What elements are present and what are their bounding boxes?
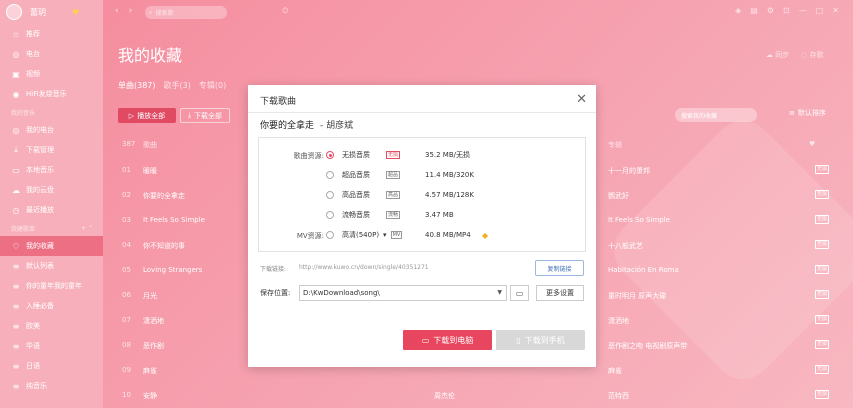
quality-size: 4.57 MB/128K: [425, 191, 474, 199]
monitor-icon: ▭: [421, 335, 430, 345]
mv-label: MV资源:: [296, 232, 324, 240]
chevron-down-icon: ▾: [383, 231, 387, 239]
quality-radio[interactable]: [326, 151, 334, 159]
mv-resolution-select[interactable]: 高清(540P) ▾ MV: [342, 230, 406, 240]
download-to-pc-button[interactable]: ▭ 下载到电脑: [403, 330, 492, 350]
dialog-title: 下载歌曲: [260, 97, 297, 107]
link-value: http://www.kuwo.cn/down/single/40351271: [299, 264, 429, 271]
quality-option[interactable]: 高品音质 高品 4.57 MB/128K: [326, 189, 581, 201]
quality-name: 无损音质: [342, 151, 370, 159]
folder-icon[interactable]: ▭: [510, 285, 529, 301]
quality-tag: 高品: [386, 191, 401, 199]
song-artist: - 胡彦斌: [320, 121, 354, 131]
quality-label: 歌曲资源:: [293, 152, 324, 160]
quality-tag: 无损: [386, 151, 401, 159]
quality-tag: 流畅: [386, 211, 401, 219]
quality-radio[interactable]: [326, 211, 334, 219]
song-title: 你要的全拿走: [260, 121, 315, 131]
save-path-select[interactable]: D:\KwDownload\song\ ▼: [299, 285, 507, 301]
dialog-overlay: 下载歌曲 ✕ 你要的全拿走 - 胡彦斌 歌曲资源: 无损音质 无损 35.2 MB/无…: [0, 0, 853, 408]
mv-radio[interactable]: [326, 231, 334, 239]
mv-size: 40.8 MB/MP4: [425, 231, 471, 239]
quality-size: 35.2 MB/无损: [425, 151, 471, 159]
phone-icon: ▯: [516, 335, 521, 345]
quality-size: 3.47 MB: [425, 211, 454, 219]
link-label: 下载链接:: [260, 266, 287, 273]
quality-option[interactable]: 无损音质 无损 35.2 MB/无损: [326, 149, 581, 161]
copy-link-button[interactable]: 复制链接: [535, 260, 584, 276]
quality-radio[interactable]: [326, 191, 334, 199]
close-icon[interactable]: ✕: [576, 92, 587, 107]
quality-name: 超品音质: [342, 171, 370, 179]
download-to-phone-button[interactable]: ▯ 下载到手机: [496, 330, 585, 350]
chevron-down-icon[interactable]: ▼: [497, 289, 502, 296]
quality-tag: 超品: [386, 171, 401, 179]
quality-name: 高品音质: [342, 191, 370, 199]
divider: [248, 112, 596, 113]
download-dialog: 下载歌曲 ✕ 你要的全拿走 - 胡彦斌 歌曲资源: 无损音质 无损 35.2 MB/无…: [248, 85, 596, 367]
more-settings-button[interactable]: 更多设置: [536, 285, 584, 301]
mv-option[interactable]: 高清(540P) ▾ MV 40.8 MB/MP4 ◆: [326, 229, 581, 241]
quality-option[interactable]: 超品音质 超品 11.4 MB/320K: [326, 169, 581, 181]
quality-options: 歌曲资源: 无损音质 无损 35.2 MB/无损超品音质 超品 11.4 MB/320K…: [258, 137, 586, 252]
quality-name: 流畅音质: [342, 211, 370, 219]
quality-size: 11.4 MB/320K: [425, 171, 474, 179]
mv-tag: MV: [390, 231, 403, 239]
song-info: 你要的全拿走 - 胡彦斌: [260, 118, 353, 131]
path-label: 保存位置:: [260, 289, 291, 297]
diamond-icon: ◆: [482, 230, 489, 240]
quality-radio[interactable]: [326, 171, 334, 179]
quality-option[interactable]: 流畅音质 流畅 3.47 MB: [326, 209, 581, 221]
